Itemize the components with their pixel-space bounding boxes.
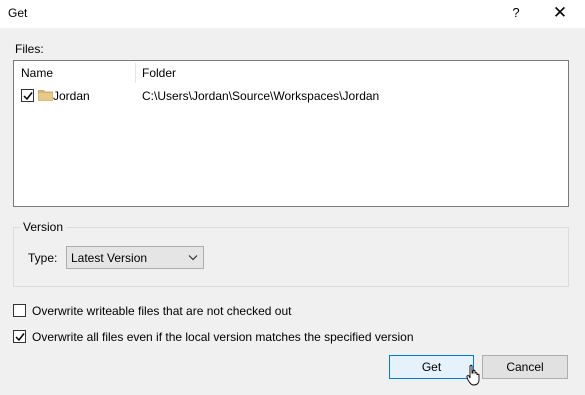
checkmark-icon [23,92,33,101]
chevron-down-icon [188,255,198,261]
file-row-checkbox[interactable] [21,89,34,102]
overwrite-all-checkbox[interactable] [13,330,26,343]
checkmark-icon [15,333,25,342]
version-type-value: Latest Version [71,251,148,265]
window-title: Get [8,6,28,20]
version-group-label: Version [20,220,67,234]
file-row-folder: C:\Users\Jordan\Source\Workspaces\Jordan [142,89,380,103]
cancel-button[interactable]: Cancel [482,355,568,379]
folder-icon [38,90,53,101]
overwrite-all-label: Overwrite all files even if the local ve… [32,330,414,344]
file-row[interactable]: Jordan C:\Users\Jordan\Source\Workspaces… [14,85,568,105]
type-label: Type: [28,251,58,265]
help-button[interactable]: ? [498,0,534,28]
files-list[interactable]: Name Folder Jordan C:\Users\Jordan\Sourc… [13,60,569,207]
version-type-select[interactable]: Latest Version [66,246,204,269]
overwrite-all-option[interactable]: Overwrite all files even if the local ve… [13,329,483,345]
overwrite-writeable-checkbox[interactable] [13,304,26,317]
file-row-name: Jordan [53,89,90,103]
column-header-name[interactable]: Name [14,61,135,85]
get-button[interactable]: Get [389,355,474,379]
get-dialog: Get ? ✕ Files: Name Folder Jordan C:\Use… [0,0,585,395]
overwrite-writeable-option[interactable]: Overwrite writeable files that are not c… [13,303,483,319]
files-label: Files: [15,42,44,56]
close-button[interactable]: ✕ [540,0,580,28]
overwrite-writeable-label: Overwrite writeable files that are not c… [32,304,292,318]
column-header-folder[interactable]: Folder [135,61,535,85]
title-bar: Get ? ✕ [0,0,585,28]
